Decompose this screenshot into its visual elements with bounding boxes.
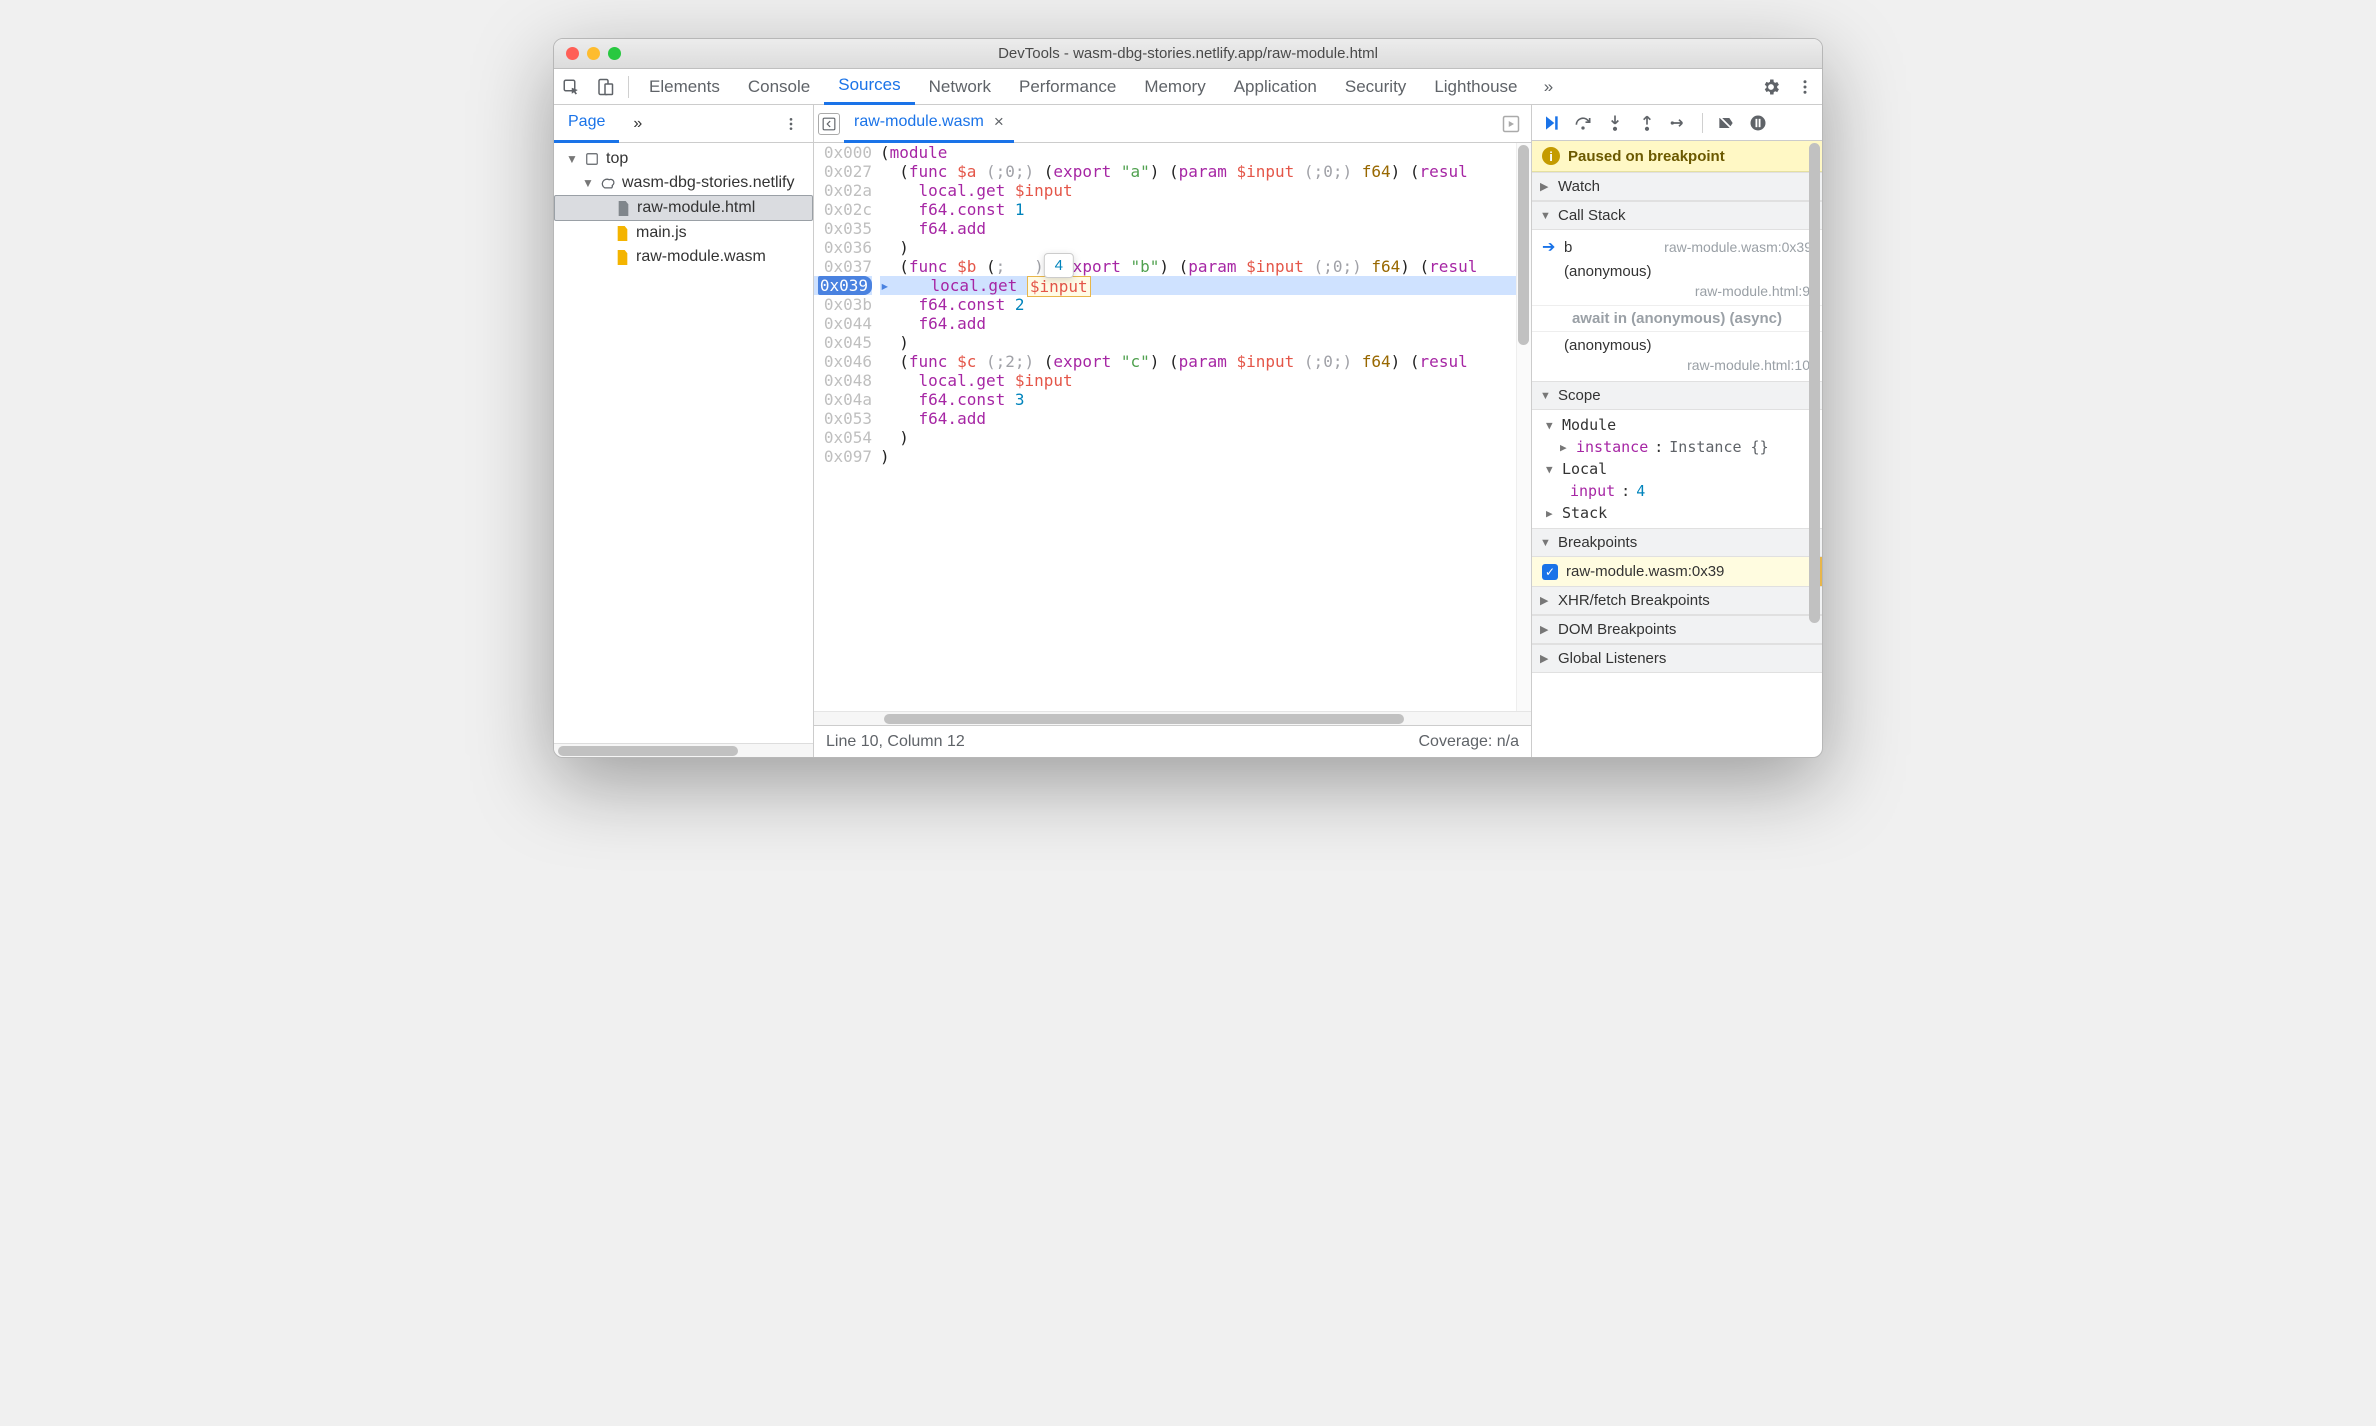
hover-popup: 4	[1044, 253, 1074, 278]
panel-tab-performance[interactable]: Performance	[1005, 69, 1130, 105]
panel-tab-security[interactable]: Security	[1331, 69, 1420, 105]
paused-banner: i Paused on breakpoint	[1532, 141, 1822, 172]
navigator-menu-icon[interactable]	[783, 116, 813, 132]
coverage-status: Coverage: n/a	[1418, 733, 1519, 751]
pause-on-exceptions-icon[interactable]	[1747, 112, 1769, 134]
nav-back-icon[interactable]	[818, 113, 840, 135]
scope-local-input[interactable]: input: 4	[1532, 480, 1822, 502]
main-toolbar: ElementsConsoleSourcesNetworkPerformance…	[554, 69, 1822, 105]
resume-icon[interactable]	[1540, 112, 1562, 134]
scope-module[interactable]: ▼Module	[1532, 414, 1822, 436]
tree-file-1[interactable]: main.js	[554, 221, 813, 245]
settings-gear-icon[interactable]	[1754, 69, 1788, 105]
debugger-panel: i Paused on breakpoint ▶Watch ▼Call Stac…	[1532, 105, 1822, 757]
panel-tab-sources[interactable]: Sources	[824, 69, 914, 105]
more-tabs-icon[interactable]: »	[1532, 69, 1566, 105]
code-editor[interactable]: 0x0000x0270x02a0x02c0x0350x0360x0370x039…	[814, 143, 1531, 711]
xhr-breakpoints-header[interactable]: ▶XHR/fetch Breakpoints	[1532, 586, 1822, 615]
run-snippet-icon[interactable]	[1501, 114, 1521, 134]
deactivate-breakpoints-icon[interactable]	[1715, 112, 1737, 134]
editor-vscrollbar[interactable]	[1516, 143, 1531, 711]
content-area: Page » ▼top▼wasm-dbg-stories.netlifyraw-…	[554, 105, 1822, 757]
more-navigator-tabs-icon[interactable]: »	[619, 105, 656, 143]
callstack-frame-location: raw-module.html:10	[1532, 357, 1822, 377]
panel-tab-elements[interactable]: Elements	[635, 69, 734, 105]
callstack-await-separator: await in (anonymous) (async)	[1532, 305, 1822, 332]
gutter[interactable]: 0x0000x0270x02a0x02c0x0350x0360x0370x039…	[814, 143, 880, 711]
step-into-icon[interactable]	[1604, 112, 1626, 134]
scope-body: ▼Module ▶instance: Instance {} ▼Local in…	[1532, 410, 1822, 528]
breakpoints-section-header[interactable]: ▼Breakpoints	[1532, 528, 1822, 557]
kebab-menu-icon[interactable]	[1788, 69, 1822, 105]
watch-section-header[interactable]: ▶Watch	[1532, 172, 1822, 201]
tree-file-2[interactable]: raw-module.wasm	[554, 245, 813, 269]
scope-module-instance[interactable]: ▶instance: Instance {}	[1532, 436, 1822, 458]
editor-hscrollbar[interactable]	[814, 711, 1531, 725]
callstack-frame-location: raw-module.html:9	[1532, 283, 1822, 303]
navigator-panel: Page » ▼top▼wasm-dbg-stories.netlifyraw-…	[554, 105, 814, 757]
hover-inspect: $input4	[1027, 276, 1091, 297]
page-tab[interactable]: Page	[554, 105, 619, 143]
titlebar: DevTools - wasm-dbg-stories.netlify.app/…	[554, 39, 1822, 69]
scope-local[interactable]: ▼Local	[1532, 458, 1822, 480]
breakpoint-checkbox[interactable]: ✓	[1542, 564, 1558, 580]
cursor-position: Line 10, Column 12	[826, 733, 965, 751]
global-listeners-header[interactable]: ▶Global Listeners	[1532, 644, 1822, 673]
step-icon[interactable]	[1668, 112, 1690, 134]
close-tab-icon[interactable]: ×	[994, 112, 1004, 132]
callstack-frame[interactable]: (anonymous)	[1532, 334, 1822, 357]
code-area[interactable]: (module (func $a (;0;) (export "a") (par…	[880, 143, 1531, 711]
scope-section-header[interactable]: ▼Scope	[1532, 381, 1822, 410]
file-tree[interactable]: ▼top▼wasm-dbg-stories.netlifyraw-module.…	[554, 143, 813, 743]
step-over-icon[interactable]	[1572, 112, 1594, 134]
callstack-frame[interactable]: (anonymous)	[1532, 260, 1822, 283]
step-out-icon[interactable]	[1636, 112, 1658, 134]
scope-stack[interactable]: ▶Stack	[1532, 502, 1822, 524]
breakpoint-item[interactable]: ✓ raw-module.wasm:0x39	[1532, 557, 1822, 586]
minimize-window-icon[interactable]	[587, 47, 600, 60]
window-title: DevTools - wasm-dbg-stories.netlify.app/…	[554, 45, 1822, 62]
editor-tabbar: raw-module.wasm ×	[814, 105, 1531, 143]
callstack-body: ➔braw-module.wasm:0x39(anonymous)raw-mod…	[1532, 230, 1822, 381]
traffic-lights	[566, 47, 621, 60]
debugger-toolbar	[1532, 105, 1822, 141]
close-window-icon[interactable]	[566, 47, 579, 60]
editor-statusbar: Line 10, Column 12 Coverage: n/a	[814, 725, 1531, 757]
callstack-frame[interactable]: ➔braw-module.wasm:0x39	[1532, 234, 1822, 260]
devtools-window: DevTools - wasm-dbg-stories.netlify.app/…	[553, 38, 1823, 758]
zoom-window-icon[interactable]	[608, 47, 621, 60]
panel-tab-memory[interactable]: Memory	[1130, 69, 1219, 105]
navigator-hscrollbar[interactable]	[554, 743, 813, 757]
editor-tab-label: raw-module.wasm	[854, 113, 984, 131]
navigator-header: Page »	[554, 105, 813, 143]
info-icon: i	[1542, 147, 1560, 165]
tree-top[interactable]: ▼top	[554, 147, 813, 171]
panel-tab-console[interactable]: Console	[734, 69, 824, 105]
tree-domain[interactable]: ▼wasm-dbg-stories.netlify	[554, 171, 813, 195]
panel-tab-application[interactable]: Application	[1220, 69, 1331, 105]
editor-tab[interactable]: raw-module.wasm ×	[844, 105, 1014, 143]
tree-file-0[interactable]: raw-module.html	[554, 195, 813, 221]
editor-panel: raw-module.wasm × 0x0000x0270x02a0x02c0x…	[814, 105, 1532, 757]
paused-banner-text: Paused on breakpoint	[1568, 148, 1725, 165]
callstack-section-header[interactable]: ▼Call Stack	[1532, 201, 1822, 230]
breakpoint-label: raw-module.wasm:0x39	[1566, 563, 1724, 580]
debugger-vscrollbar[interactable]	[1807, 141, 1822, 757]
panel-tab-network[interactable]: Network	[915, 69, 1005, 105]
device-toolbar-icon[interactable]	[588, 69, 622, 105]
panel-tab-lighthouse[interactable]: Lighthouse	[1420, 69, 1531, 105]
dom-breakpoints-header[interactable]: ▶DOM Breakpoints	[1532, 615, 1822, 644]
inspect-element-icon[interactable]	[554, 69, 588, 105]
